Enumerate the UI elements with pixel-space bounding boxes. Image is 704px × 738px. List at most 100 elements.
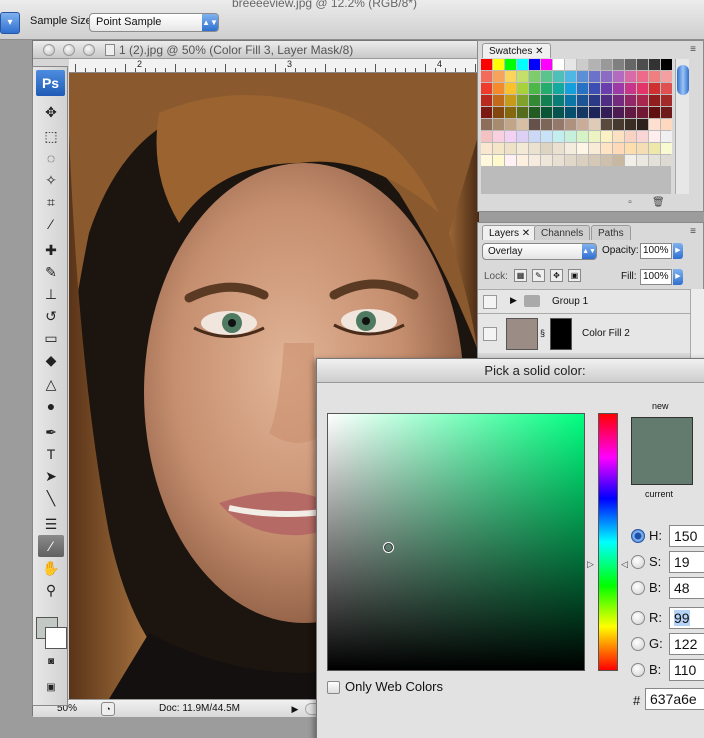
trash-icon[interactable]: 🗑 xyxy=(652,197,665,209)
swatch[interactable] xyxy=(541,155,552,166)
panel-menu-icon[interactable]: ≡ xyxy=(687,226,699,238)
swatch[interactable] xyxy=(565,131,576,142)
lock-transparency-icon[interactable]: ▦ xyxy=(514,269,527,282)
green-input[interactable]: 122 xyxy=(669,633,704,655)
swatch[interactable] xyxy=(661,71,672,82)
swatch[interactable] xyxy=(637,59,648,70)
swatch[interactable] xyxy=(589,95,600,106)
brightness-input[interactable]: 48 xyxy=(669,577,704,599)
swatch[interactable] xyxy=(529,131,540,142)
swatch[interactable] xyxy=(613,131,624,142)
swatch[interactable] xyxy=(493,71,504,82)
lasso-tool-icon[interactable]: ◌ xyxy=(38,147,64,169)
swatch[interactable] xyxy=(505,143,516,154)
swatch[interactable] xyxy=(565,155,576,166)
swatch[interactable] xyxy=(649,71,660,82)
swatch[interactable] xyxy=(613,59,624,70)
swatch[interactable] xyxy=(649,131,660,142)
swatch[interactable] xyxy=(553,83,564,94)
photoshop-logo[interactable]: Ps xyxy=(36,70,65,96)
swatch[interactable] xyxy=(601,119,612,130)
swatch[interactable] xyxy=(565,83,576,94)
swatch[interactable] xyxy=(649,59,660,70)
brightness-radio[interactable] xyxy=(631,581,645,595)
swatch[interactable] xyxy=(517,95,528,106)
swatch[interactable] xyxy=(625,71,636,82)
swatch[interactable] xyxy=(505,95,516,106)
swatch[interactable] xyxy=(637,83,648,94)
swatch[interactable] xyxy=(493,119,504,130)
swatch[interactable] xyxy=(577,155,588,166)
swatch[interactable] xyxy=(649,143,660,154)
swatch[interactable] xyxy=(649,83,660,94)
swatch[interactable] xyxy=(481,95,492,106)
swatch[interactable] xyxy=(517,83,528,94)
swatch[interactable] xyxy=(517,155,528,166)
fill-stepper[interactable]: ▶ xyxy=(673,269,683,285)
path-selection-tool-icon[interactable]: ➤ xyxy=(38,465,64,487)
background-color-swatch[interactable] xyxy=(45,627,67,649)
green-radio[interactable] xyxy=(631,637,645,651)
lock-position-icon[interactable]: ✥ xyxy=(550,269,563,282)
eraser-tool-icon[interactable]: ▭ xyxy=(38,327,64,349)
swatch[interactable] xyxy=(565,107,576,118)
swatch[interactable] xyxy=(601,59,612,70)
swatch[interactable] xyxy=(517,119,528,130)
swatch[interactable] xyxy=(637,131,648,142)
swatch[interactable] xyxy=(565,95,576,106)
swatch[interactable] xyxy=(601,71,612,82)
crop-tool-icon[interactable]: ⌗ xyxy=(38,191,64,213)
swatch[interactable] xyxy=(661,119,672,130)
red-radio[interactable] xyxy=(631,611,645,625)
screen-mode-icon[interactable]: ▣ xyxy=(38,677,64,699)
blue-input[interactable]: 110 xyxy=(669,659,704,681)
lock-all-icon[interactable]: ▣ xyxy=(568,269,581,282)
swatch[interactable] xyxy=(553,119,564,130)
swatch[interactable] xyxy=(577,119,588,130)
status-menu-arrow-icon[interactable]: ▶ xyxy=(289,702,301,716)
swatch[interactable] xyxy=(481,59,492,70)
swatch[interactable] xyxy=(577,107,588,118)
hue-slider-arrow-icon[interactable]: ◁ xyxy=(621,559,628,570)
swatch[interactable] xyxy=(589,155,600,166)
pen-tool-icon[interactable]: ✒ xyxy=(38,421,64,443)
swatch[interactable] xyxy=(589,59,600,70)
swatch[interactable] xyxy=(613,71,624,82)
swatch[interactable] xyxy=(505,119,516,130)
opacity-stepper[interactable]: ▶ xyxy=(673,243,683,259)
swatch[interactable] xyxy=(661,95,672,106)
lock-image-icon[interactable]: ✎ xyxy=(532,269,545,282)
swatch[interactable] xyxy=(481,143,492,154)
color-marker[interactable] xyxy=(383,542,394,553)
layers-scrollbar[interactable] xyxy=(690,289,704,363)
swatch[interactable] xyxy=(553,143,564,154)
swatch[interactable] xyxy=(577,83,588,94)
saturation-radio[interactable] xyxy=(631,555,645,569)
swatch[interactable] xyxy=(493,107,504,118)
swatch[interactable] xyxy=(649,107,660,118)
new-swatch-icon[interactable]: ▫ xyxy=(624,197,636,209)
visibility-toggle[interactable] xyxy=(483,327,497,341)
swatch[interactable] xyxy=(541,107,552,118)
swatch[interactable] xyxy=(553,95,564,106)
swatch[interactable] xyxy=(577,131,588,142)
swatch[interactable] xyxy=(565,71,576,82)
swatch[interactable] xyxy=(481,71,492,82)
status-info-icon[interactable]: ◔ xyxy=(101,702,115,716)
zoom-window-button[interactable] xyxy=(83,44,95,56)
hue-input[interactable]: 150 xyxy=(669,525,704,547)
swatch[interactable] xyxy=(601,83,612,94)
type-tool-icon[interactable]: T xyxy=(38,443,64,465)
swatch[interactable] xyxy=(589,131,600,142)
swatch[interactable] xyxy=(601,107,612,118)
swatch[interactable] xyxy=(625,59,636,70)
swatch[interactable] xyxy=(529,95,540,106)
swatch[interactable] xyxy=(589,143,600,154)
sample-size-select[interactable]: Point Sample ▲▼ xyxy=(89,13,219,32)
dialog-titlebar[interactable]: Pick a solid color: xyxy=(317,359,704,383)
swatch[interactable] xyxy=(541,59,552,70)
swatch[interactable] xyxy=(637,143,648,154)
swatch[interactable] xyxy=(505,131,516,142)
swatch[interactable] xyxy=(613,107,624,118)
swatch[interactable] xyxy=(529,155,540,166)
